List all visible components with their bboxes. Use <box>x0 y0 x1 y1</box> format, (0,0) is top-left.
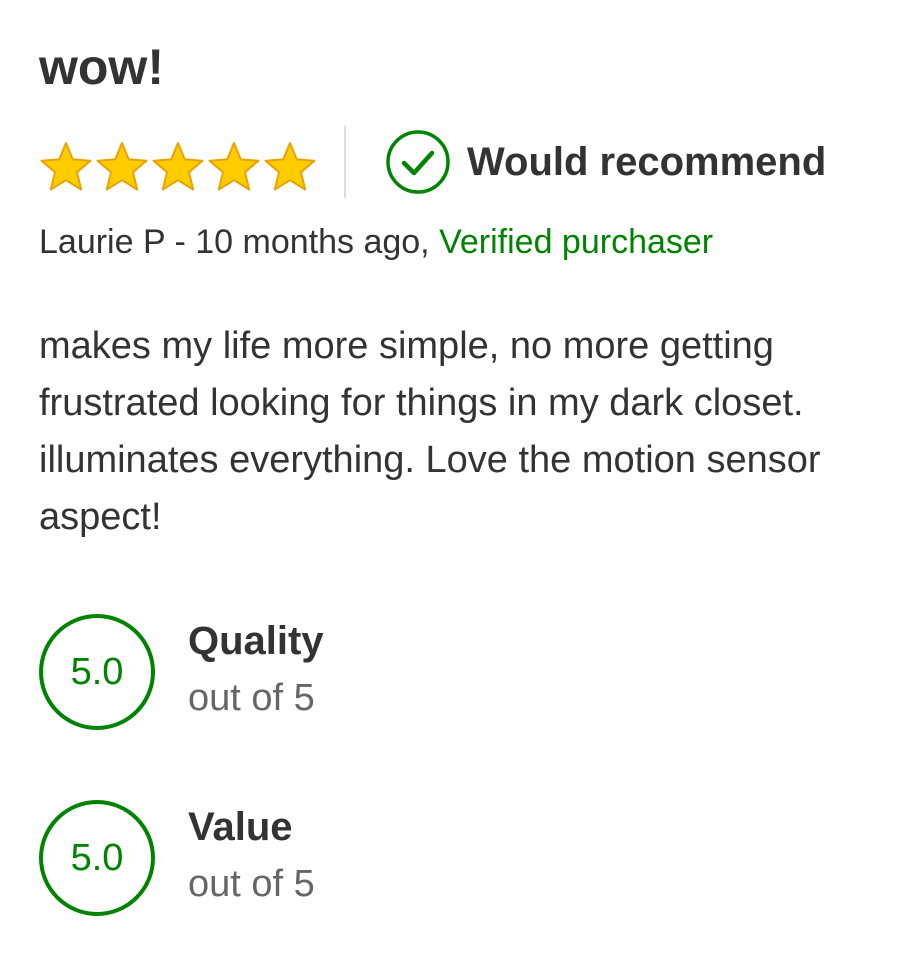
score-circle: 5.0 <box>39 800 155 916</box>
score-value: 5.0 Value out of 5 <box>39 800 639 920</box>
star-rating <box>39 140 317 194</box>
review-card: wow! Would recommend Laurie P - 10 month… <box>39 0 899 977</box>
would-recommend-badge: Would recommend <box>385 129 826 195</box>
score-label: Value <box>188 805 293 849</box>
score-sublabel: out of 5 <box>188 677 315 719</box>
star-icon <box>39 140 93 194</box>
score-sublabel: out of 5 <box>188 863 315 905</box>
check-circle-icon <box>385 129 451 195</box>
rating-divider <box>344 126 346 198</box>
star-icon <box>151 140 205 194</box>
score-label: Quality <box>188 619 324 663</box>
rating-row: Would recommend <box>39 124 899 198</box>
would-recommend-label: Would recommend <box>467 140 827 184</box>
star-icon <box>263 140 317 194</box>
star-icon <box>95 140 149 194</box>
verified-purchaser-label: Verified purchaser <box>439 223 714 261</box>
star-icon <box>207 140 261 194</box>
review-meta: Laurie P - 10 months ago, Verified purch… <box>39 220 713 264</box>
author-and-time: Laurie P - 10 months ago, <box>39 223 430 261</box>
review-body: makes my life more simple, no more getti… <box>39 325 821 538</box>
score-circle: 5.0 <box>39 614 155 730</box>
review-title: wow! <box>39 39 164 95</box>
score-quality: 5.0 Quality out of 5 <box>39 614 639 734</box>
